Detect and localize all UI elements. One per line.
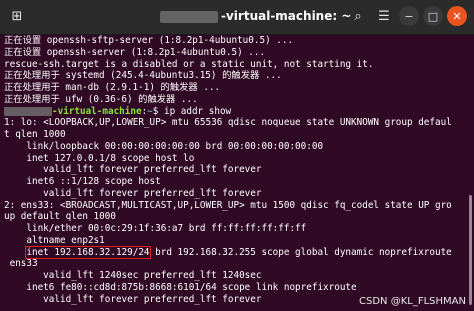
terminal-line: inet6 ::1/128 scope host: [4, 176, 161, 187]
terminal-line: valid_lft 1240sec preferred_lft 1240sec: [4, 270, 262, 281]
watermark: CSDN @KL_FLSHMAN: [359, 296, 466, 307]
close-icon[interactable]: ✕: [447, 6, 467, 26]
terminal-line: rescue-ssh.target is a disabled or a sta…: [4, 58, 374, 70]
shell-prompt: -virtual-machine:~$ ip addr show: [4, 106, 466, 118]
terminal-line: 正在处理用于 man-db (2.9.1-1) 的触发器 ...: [4, 82, 221, 93]
highlighted-ip-address: inet 192.168.32.129/24: [25, 245, 151, 259]
terminal-line: inet 127.0.0.1/8 scope host lo: [4, 152, 195, 164]
terminal-line: altname enp2s1: [4, 234, 105, 246]
search-icon[interactable]: ⌕: [347, 5, 369, 27]
scrollbar[interactable]: [467, 35, 474, 311]
terminal-line: 1: lo: <LOOPBACK,UP,LOWER_UP> mtu 65536 …: [4, 117, 452, 129]
terminal-window: ⊞ -virtual-machine: ~ ⌕ ☰ − □ ✕ 正在设置 ope…: [0, 0, 474, 311]
window-title: -virtual-machine: ~: [221, 9, 352, 23]
minimize-icon[interactable]: −: [399, 6, 419, 26]
maximize-icon[interactable]: □: [423, 6, 443, 26]
prompt-host: -virtual-machine: [52, 105, 142, 117]
hamburger-menu-icon[interactable]: ☰: [373, 5, 395, 27]
terminal-line: t qlen 1000: [4, 129, 66, 140]
inet-line: inet 192.168.32.129/24 brd 192.168.32.25…: [4, 245, 466, 259]
terminal-line: 正在处理用于 ufw (0.36-6) 的触发器 ...: [4, 93, 198, 105]
terminal-line: 2: ens33: <BROADCAST,MULTICAST,UP,LOWER_…: [4, 199, 452, 211]
terminal-line: up default qlen 1000: [4, 211, 116, 223]
terminal-line: link/loopback 00:00:00:00:00:00 brd 00:0…: [4, 140, 324, 152]
terminal-line: link/ether 00:0c:29:1f:36:a7 brd ff:ff:f…: [4, 223, 307, 234]
inet-rest: brd 192.168.32.255 scope global dynamic …: [149, 246, 452, 258]
prompt-command: $ ip addr show: [152, 105, 232, 117]
redacted-username: [4, 106, 52, 116]
terminal-line: valid_lft forever preferred_lft forever: [4, 187, 262, 199]
title-bar: ⊞ -virtual-machine: ~ ⌕ ☰ − □ ✕: [0, 0, 474, 35]
inet-indent: [4, 247, 26, 258]
new-tab-icon[interactable]: ⊞: [6, 5, 28, 27]
terminal-line: 正在设置 openssh-server (1:8.2p1-4ubuntu0.5)…: [4, 46, 266, 58]
terminal-line: 正在设置 openssh-sftp-server (1:8.2p1-4ubunt…: [4, 35, 294, 46]
redacted-username: [160, 11, 218, 23]
terminal-line: 正在处理用于 systemd (245.4-4ubuntu3.15) 的触发器 …: [4, 70, 282, 82]
terminal-line: ens33: [4, 258, 38, 270]
terminal-line: valid_lft forever preferred_lft forever: [4, 164, 262, 176]
scrollbar-thumb[interactable]: [469, 195, 472, 305]
terminal-output[interactable]: 正在设置 openssh-sftp-server (1:8.2p1-4ubunt…: [4, 35, 466, 311]
terminal-line: inet6 fe80::cd8d:875b:8668:6101/64 scope…: [4, 281, 357, 293]
